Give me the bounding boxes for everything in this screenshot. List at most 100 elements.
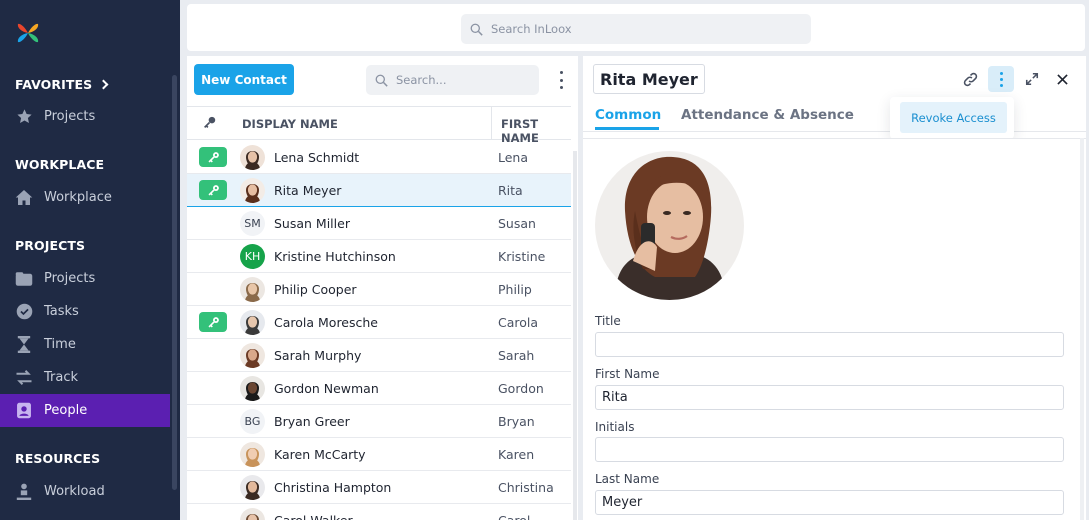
key-badge-icon bbox=[199, 312, 227, 332]
display-name-cell: Lena Schmidt bbox=[274, 150, 360, 165]
link-icon[interactable] bbox=[957, 66, 983, 92]
avatar bbox=[240, 145, 265, 170]
table-row[interactable]: Lena Schmidt Lena bbox=[187, 141, 571, 174]
sidebar-item-track[interactable]: Track bbox=[0, 361, 170, 394]
display-name-cell: Gordon Newman bbox=[274, 381, 379, 396]
avatar-initials: BG bbox=[240, 409, 265, 434]
contact-list-panel: New Contact Search... DISPLAY NAME FIRST… bbox=[187, 56, 578, 520]
table-row[interactable]: Karen McCarty Karen bbox=[187, 438, 571, 471]
inloox-logo[interactable] bbox=[16, 20, 40, 46]
table-row[interactable]: Sarah Murphy Sarah bbox=[187, 339, 571, 372]
title-field[interactable] bbox=[595, 332, 1064, 357]
first-name-field[interactable]: Rita bbox=[595, 385, 1064, 410]
active-tab-indicator bbox=[595, 127, 659, 130]
display-name-cell: Sarah Murphy bbox=[274, 348, 362, 363]
swap-icon bbox=[15, 369, 33, 387]
sidebar-item-tasks[interactable]: Tasks bbox=[0, 295, 170, 328]
list-search-input[interactable]: Search... bbox=[366, 65, 539, 95]
first-name-cell: Philip bbox=[498, 282, 532, 297]
field-label-initials: Initials bbox=[595, 420, 635, 434]
section-resources: RESOURCES bbox=[15, 451, 101, 466]
column-header-display-name[interactable]: DISPLAY NAME bbox=[242, 117, 338, 131]
table-row[interactable]: Philip Cooper Philip bbox=[187, 273, 571, 306]
menu-item-revoke-access[interactable]: Revoke Access bbox=[900, 102, 1007, 133]
table-row[interactable]: Carola Moresche Carola bbox=[187, 306, 571, 339]
sidebar-scrollbar[interactable] bbox=[172, 75, 177, 490]
display-name-cell: Rita Meyer bbox=[274, 183, 342, 198]
avatar bbox=[240, 508, 265, 520]
sidebar-item-favorite-projects[interactable]: Projects bbox=[0, 100, 170, 133]
check-circle-icon bbox=[15, 303, 33, 321]
contact-detail-panel: Rita Meyer Common Attendance & Absence R… bbox=[583, 56, 1086, 520]
search-icon bbox=[375, 74, 388, 87]
table-row[interactable]: BG Bryan Greer Bryan bbox=[187, 405, 571, 438]
display-name-cell: Bryan Greer bbox=[274, 414, 350, 429]
first-name-cell: Gordon bbox=[498, 381, 544, 396]
display-name-cell: Kristine Hutchinson bbox=[274, 249, 396, 264]
field-label-first-name: First Name bbox=[595, 367, 660, 381]
sidebar-item-workplace[interactable]: Workplace bbox=[0, 181, 170, 214]
sidebar-item-people[interactable]: People bbox=[0, 394, 170, 427]
contacts-icon bbox=[15, 402, 33, 420]
field-label-title: Title bbox=[595, 314, 621, 328]
contact-title[interactable]: Rita Meyer bbox=[593, 64, 705, 94]
contact-photo[interactable] bbox=[595, 151, 744, 300]
initials-field[interactable] bbox=[595, 437, 1064, 462]
table-row[interactable]: KH Kristine Hutchinson Kristine bbox=[187, 240, 571, 273]
key-column-icon[interactable] bbox=[203, 116, 216, 132]
table-row[interactable]: Carol Walker Carol bbox=[187, 504, 571, 520]
sidebar-item-time[interactable]: Time bbox=[0, 328, 170, 361]
table-row[interactable]: SM Susan Miller Susan bbox=[187, 207, 571, 240]
tab-attendance-absence[interactable]: Attendance & Absence bbox=[681, 107, 854, 123]
first-name-cell: Lena bbox=[498, 150, 529, 165]
avatar bbox=[240, 343, 265, 368]
avatar-initials: KH bbox=[240, 244, 265, 269]
avatar bbox=[240, 475, 265, 500]
sidebar-item-workload[interactable]: Workload bbox=[0, 475, 170, 508]
field-label-last-name: Last Name bbox=[595, 472, 660, 486]
section-projects: PROJECTS bbox=[15, 238, 86, 253]
chevron-right-icon bbox=[98, 79, 109, 90]
avatar-initials: SM bbox=[240, 211, 265, 236]
expand-icon[interactable] bbox=[1019, 66, 1045, 92]
global-search-input[interactable]: Search InLoox bbox=[461, 14, 811, 44]
table-row[interactable]: Christina Hampton Christina bbox=[187, 471, 571, 504]
list-scrollbar[interactable] bbox=[573, 151, 577, 520]
first-name-cell: Sarah bbox=[498, 348, 535, 363]
display-name-cell: Philip Cooper bbox=[274, 282, 357, 297]
sidebar: FAVORITES Projects WORKPLACE Workplace P… bbox=[0, 0, 180, 520]
section-workplace: WORKPLACE bbox=[15, 157, 105, 172]
detail-scrollbar[interactable] bbox=[1080, 138, 1084, 520]
table-row[interactable]: Rita Meyer Rita bbox=[187, 174, 571, 207]
avatar bbox=[240, 376, 265, 401]
list-more-options-icon[interactable] bbox=[556, 71, 566, 89]
first-name-cell: Kristine bbox=[498, 249, 546, 264]
first-name-cell: Carola bbox=[498, 315, 539, 330]
avatar bbox=[240, 178, 265, 203]
key-badge-icon bbox=[199, 180, 227, 200]
first-name-cell: Susan bbox=[498, 216, 536, 231]
more-options-icon[interactable] bbox=[988, 66, 1014, 92]
table-header: DISPLAY NAME FIRST NAME bbox=[187, 106, 571, 145]
section-favorites[interactable]: FAVORITES bbox=[15, 77, 109, 92]
display-name-cell: Carola Moresche bbox=[274, 315, 378, 330]
first-name-cell: Karen bbox=[498, 447, 535, 462]
table-row[interactable]: Gordon Newman Gordon bbox=[187, 372, 571, 405]
display-name-cell: Carol Walker bbox=[274, 513, 353, 520]
last-name-field[interactable]: Meyer bbox=[595, 490, 1064, 515]
column-header-first-name[interactable]: FIRST NAME bbox=[491, 107, 571, 145]
detail-body: Title First Name Rita Initials Last Name… bbox=[583, 138, 1086, 520]
person-workload-icon bbox=[15, 483, 33, 501]
hourglass-icon bbox=[15, 336, 33, 354]
tab-common[interactable]: Common bbox=[595, 107, 661, 123]
folder-icon bbox=[15, 270, 33, 288]
sidebar-item-projects[interactable]: Projects bbox=[0, 262, 170, 295]
new-contact-button[interactable]: New Contact bbox=[194, 64, 294, 95]
avatar bbox=[240, 442, 265, 467]
display-name-cell: Christina Hampton bbox=[274, 480, 392, 495]
display-name-cell: Susan Miller bbox=[274, 216, 350, 231]
close-icon[interactable] bbox=[1049, 66, 1075, 92]
first-name-cell: Bryan bbox=[498, 414, 535, 429]
key-badge-icon bbox=[199, 147, 227, 167]
first-name-cell: Rita bbox=[498, 183, 523, 198]
